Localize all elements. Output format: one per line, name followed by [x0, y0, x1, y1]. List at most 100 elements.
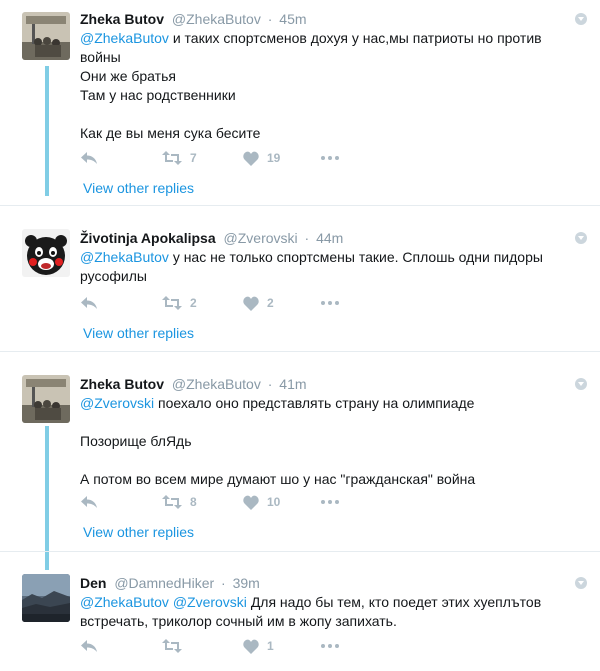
caret-down-icon[interactable] — [575, 378, 587, 390]
separator: · — [267, 11, 273, 27]
like-count: 19 — [267, 151, 281, 165]
tweet-line: русофилы — [80, 268, 147, 284]
tweet-text: @ZhekaButov и таких спортсменов дохуя у … — [80, 29, 580, 143]
tweet[interactable]: Den @DamnedHiker · 39m @ZhekaButov @Zver… — [0, 574, 600, 664]
like-button[interactable]: 19 — [243, 148, 280, 168]
tweet-header: Den @DamnedHiker · 39m — [80, 575, 260, 591]
separator: · — [267, 376, 273, 392]
tweet-line — [80, 105, 580, 124]
user-handle[interactable]: @DamnedHiker — [114, 575, 214, 591]
like-icon — [243, 639, 259, 654]
tweet[interactable]: Životinja Apokalipsa @Zverovski · 44m @Z… — [0, 229, 600, 354]
timestamp[interactable]: 45m — [279, 11, 306, 27]
like-count: 2 — [267, 296, 274, 310]
retweet-button[interactable]: 2 — [162, 293, 197, 313]
tweet-line: войны — [80, 49, 121, 65]
retweet-button[interactable]: 8 — [162, 492, 197, 512]
tweet-actions: 8 10 — [80, 492, 380, 512]
display-name[interactable]: Životinja Apokalipsa — [80, 230, 216, 246]
reply-icon — [81, 640, 97, 652]
divider — [0, 351, 600, 352]
retweet-icon — [162, 639, 182, 653]
avatar[interactable] — [22, 12, 70, 60]
retweet-count: 7 — [190, 151, 197, 165]
like-button[interactable]: 2 — [243, 293, 274, 313]
mention-link[interactable]: @Zverovski — [80, 395, 154, 411]
tweet-actions: 2 2 — [80, 293, 380, 313]
tweet-text: @ZhekaButov у нас не только спортсмены т… — [80, 248, 580, 286]
user-handle[interactable]: @Zverovski — [224, 230, 298, 246]
view-other-replies-link[interactable]: View other replies — [83, 325, 194, 341]
divider — [0, 551, 600, 552]
mention-link[interactable]: @ZhekaButov — [80, 30, 169, 46]
tweet-line: встречать, триколор сочный им в жопу зап… — [80, 613, 397, 629]
mention-link[interactable]: @ZhekaButov — [80, 594, 169, 610]
like-icon — [243, 296, 259, 311]
display-name[interactable]: Den — [80, 575, 106, 591]
more-icon — [321, 644, 339, 648]
display-name[interactable]: Zheka Butov — [80, 376, 164, 392]
timestamp[interactable]: 44m — [316, 230, 343, 246]
retweet-icon — [162, 296, 182, 310]
caret-down-icon[interactable] — [575, 13, 587, 25]
timestamp[interactable]: 41m — [279, 376, 306, 392]
retweet-button[interactable]: 7 — [162, 148, 197, 168]
like-button[interactable]: 10 — [243, 492, 280, 512]
tweet-line — [80, 451, 580, 470]
like-count: 1 — [267, 639, 274, 653]
more-button[interactable] — [321, 148, 339, 168]
caret-down-icon[interactable] — [575, 577, 587, 589]
tweet-header: Zheka Butov @ZhekaButov · 45m — [80, 11, 307, 27]
tweet-line: Позорище блЯдь — [80, 433, 192, 449]
separator: · — [304, 230, 310, 246]
tweet-line: Как де вы меня сука бесите — [80, 125, 261, 141]
retweet-count: 2 — [190, 296, 197, 310]
retweet-icon — [162, 151, 182, 165]
tweet-line: Там у нас родственники — [80, 87, 236, 103]
more-button[interactable] — [321, 636, 339, 656]
tweet-text: @ZhekaButov @Zverovski Для надо бы тем, … — [80, 593, 580, 631]
reply-icon — [81, 496, 97, 508]
tweet-line: и таких спортсменов дохуя у нас,мы патри… — [172, 30, 542, 46]
mention-link[interactable]: @ZhekaButov — [80, 249, 169, 265]
tweet-line: у нас не только спортсмены такие. Сплошь… — [172, 249, 543, 265]
reply-button[interactable] — [80, 492, 98, 512]
more-icon — [321, 301, 339, 305]
avatar[interactable] — [22, 574, 70, 622]
like-icon — [243, 151, 259, 166]
tweet-line: Для надо бы тем, кто поедет этих хуеплът… — [250, 594, 542, 610]
retweet-button[interactable] — [162, 636, 190, 656]
caret-down-icon[interactable] — [575, 232, 587, 244]
reply-button[interactable] — [80, 293, 98, 313]
view-other-replies-link[interactable]: View other replies — [83, 524, 194, 540]
tweet[interactable]: Zheka Butov @ZhekaButov · 45m @ZhekaButo… — [0, 10, 600, 205]
separator: · — [221, 575, 226, 591]
more-button[interactable] — [321, 293, 339, 313]
user-handle[interactable]: @ZhekaButov — [172, 376, 261, 392]
more-icon — [321, 500, 339, 504]
retweet-icon — [162, 495, 182, 509]
divider — [0, 205, 600, 206]
reply-button[interactable] — [80, 148, 98, 168]
view-other-replies-link[interactable]: View other replies — [83, 180, 194, 196]
reply-icon — [81, 152, 97, 164]
tweet-actions: 7 19 — [80, 148, 380, 168]
like-button[interactable]: 1 — [243, 636, 274, 656]
tweet[interactable]: Zheka Butov @ZhekaButov · 41m @Zverovski… — [0, 375, 600, 555]
tweet-line: А потом во всем мире думают шо у нас "гр… — [80, 471, 476, 487]
reply-button[interactable] — [80, 636, 98, 656]
tweet-header: Životinja Apokalipsa @Zverovski · 44m — [80, 230, 343, 246]
avatar[interactable] — [22, 375, 70, 423]
avatar[interactable] — [22, 229, 70, 277]
display-name[interactable]: Zheka Butov — [80, 11, 164, 27]
mention-link[interactable]: @Zverovski — [173, 594, 247, 610]
more-icon — [321, 156, 339, 160]
tweet-text: @Zverovski поехало оно представлять стра… — [80, 394, 580, 489]
tweet-line: поехало оно представлять страну на олимп… — [158, 395, 475, 411]
tweet-header: Zheka Butov @ZhekaButov · 41m — [80, 376, 307, 392]
more-button[interactable] — [321, 492, 339, 512]
tweet-actions: 1 — [80, 636, 380, 656]
timestamp[interactable]: 39m — [233, 575, 260, 591]
like-count: 10 — [267, 495, 281, 509]
user-handle[interactable]: @ZhekaButov — [172, 11, 261, 27]
